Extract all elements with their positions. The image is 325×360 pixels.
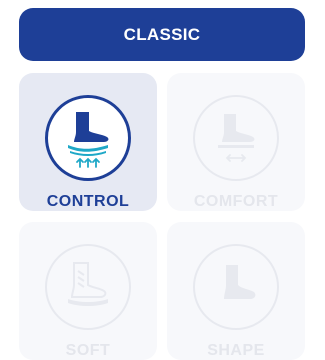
category-header-classic[interactable]: CLASSIC — [19, 8, 305, 61]
icon-circle — [193, 95, 279, 181]
icon-circle — [193, 244, 279, 330]
option-card-control[interactable]: CONTROL — [19, 73, 157, 211]
foot-shape-icon — [224, 265, 256, 299]
icon-circle — [45, 95, 131, 181]
icon-circle — [45, 244, 131, 330]
option-label: CONTROL — [46, 193, 130, 210]
option-label: COMFORT — [193, 193, 279, 210]
option-card-shape[interactable]: SHAPE — [167, 222, 305, 360]
foot-cushion-icon — [218, 114, 255, 162]
option-card-soft[interactable]: SOFT — [19, 222, 157, 360]
option-label: SHAPE — [207, 342, 265, 359]
category-title: CLASSIC — [123, 24, 201, 44]
foot-soft-icon — [68, 262, 108, 306]
option-label: SOFT — [65, 342, 111, 359]
option-card-comfort[interactable]: COMFORT — [167, 73, 305, 211]
foot-arch-support-icon — [68, 112, 109, 168]
